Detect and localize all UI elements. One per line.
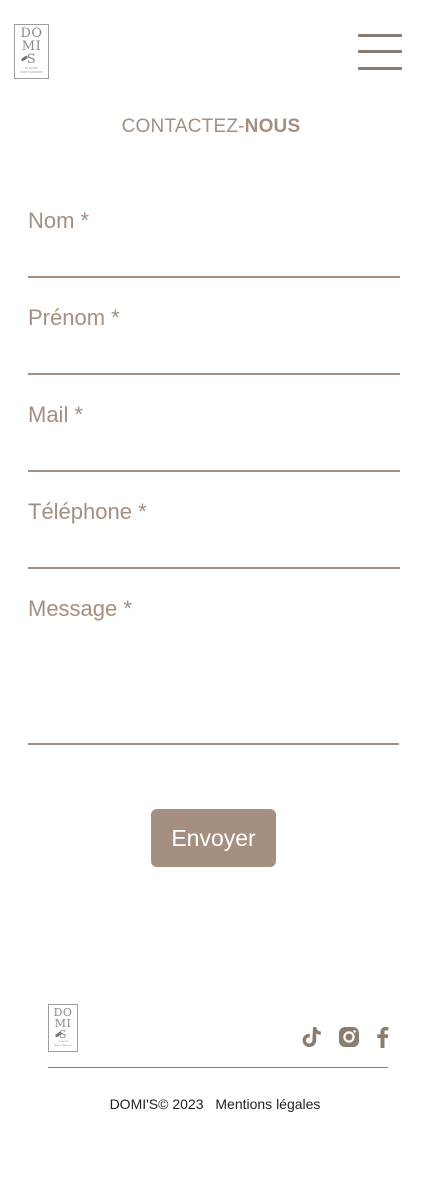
message-label: Message * [28,596,132,621]
tiktok-icon[interactable] [299,1025,323,1049]
submit-button[interactable]: Envoyer [151,809,276,867]
page-title: CONTACTEZ-NOUS [121,116,301,137]
message-input[interactable] [28,630,399,741]
mail-field[interactable]: Mail * [28,402,400,472]
footer-logo-line-3: S [49,1029,77,1040]
prenom-field[interactable]: Prénom * [28,305,400,375]
logo-tagline-1: LE SAVOIR [24,67,39,70]
copyright-text: DOMI'S© 2023 [109,1096,204,1112]
mail-underline [28,470,400,472]
prenom-label: Prénom * [28,305,120,330]
nom-underline [28,276,400,278]
footer-logo[interactable]: DO MI S LE SAVOIR FAIRE DOMINIQUE [48,1004,78,1052]
prenom-underline [28,373,400,375]
nom-label: Nom * [28,208,90,233]
hamburger-menu-icon[interactable] [358,34,402,70]
mail-input[interactable] [28,436,400,468]
telephone-field[interactable]: Téléphone * [28,499,400,569]
footer-logo-tagline-1: LE SAVOIR [57,1041,69,1043]
message-field[interactable]: Message * [28,596,399,745]
legal-link[interactable]: Mentions légales [215,1096,320,1112]
footer-divider [48,1067,388,1068]
mail-label: Mail * [28,402,84,427]
brand-logo[interactable]: DO MI S LE SAVOIR FAIRE DOMINIQUE [14,24,49,79]
message-underline [28,743,399,745]
nom-input[interactable] [28,242,400,274]
logo-tagline-2: FAIRE DOMINIQUE [20,71,43,74]
telephone-label: Téléphone * [28,499,147,524]
nom-field[interactable]: Nom * [28,208,400,278]
footer-logo-tagline-2: FAIRE DOMINIQUE [53,1044,73,1047]
telephone-input[interactable] [28,533,400,565]
telephone-underline [28,567,400,569]
logo-line-3: S [15,53,48,66]
instagram-icon[interactable] [337,1025,361,1049]
footer-legal: DOMI'S© 2023 Mentions légales [0,1096,430,1112]
facebook-icon[interactable] [371,1025,395,1049]
prenom-input[interactable] [28,339,400,371]
